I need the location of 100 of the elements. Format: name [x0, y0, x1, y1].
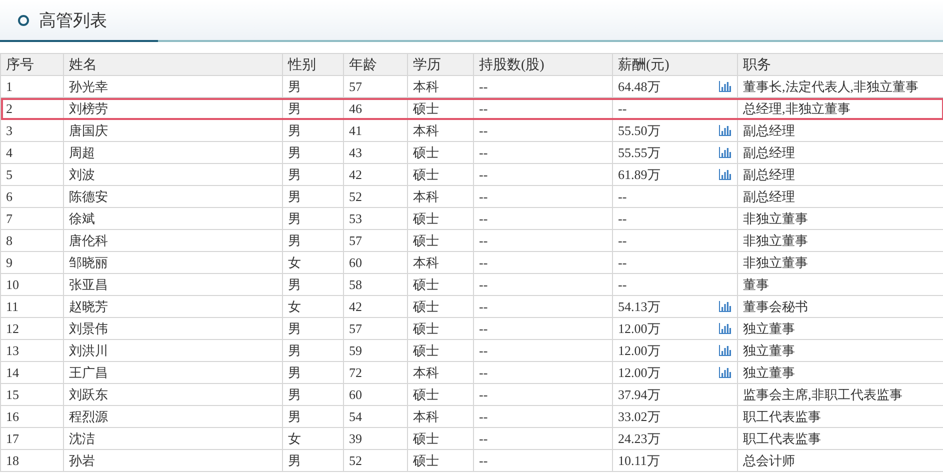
table-cell: 54.13万: [618, 298, 660, 316]
table-cell: 硕士: [413, 100, 439, 116]
bar-chart-icon[interactable]: [719, 345, 731, 356]
table-cell: 52: [349, 452, 362, 468]
table-row[interactable]: 7 徐斌 男 53 硕士 -- -- 非独立董事: [0, 208, 943, 230]
table-cell: --: [479, 298, 488, 314]
table-cell: --: [479, 430, 488, 446]
table-cell: 5: [6, 166, 12, 182]
table-cell: 女: [288, 430, 301, 446]
table-cell: 3: [6, 122, 12, 138]
table-cell: --: [479, 342, 488, 358]
table-cell: 33.02万: [618, 408, 660, 426]
table-row[interactable]: 10 张亚昌 男 58 硕士 -- -- 董事: [0, 274, 943, 296]
highlighted-row[interactable]: 2 刘榜劳 男 46 硕士 -- -- 总经理,非独立董事: [0, 98, 943, 120]
table-cell: --: [479, 166, 488, 182]
table-cell: 男: [288, 78, 301, 94]
table-cell: 副总经理: [743, 144, 795, 160]
bar-chart-icon[interactable]: [719, 169, 731, 180]
table-row[interactable]: 3 唐国庆 男 41 本科 -- 55.50万 副总经理: [0, 120, 943, 142]
table-cell: 男: [288, 320, 301, 336]
table-row[interactable]: 4 周超 男 43 硕士 -- 55.55万 副总经理: [0, 142, 943, 164]
table-cell: 本科: [413, 78, 439, 94]
table-cell: 1: [6, 78, 12, 94]
table-cell: 非独立董事: [743, 210, 808, 226]
table-cell: 12.00万: [618, 342, 660, 360]
table-cell: 本科: [413, 188, 439, 204]
table-row[interactable]: 16 程烈源 男 54 本科 -- 33.02万 职工代表监事: [0, 406, 943, 428]
table-cell: 硕士: [413, 276, 439, 292]
table-cell: 总经理,非独立董事: [743, 100, 850, 116]
table-row[interactable]: 14 王广昌 男 72 本科 -- 12.00万 独立董事: [0, 362, 943, 384]
table-cell: 刘榜劳: [69, 100, 108, 116]
table-cell: 女: [288, 298, 301, 314]
table-cell: 刘洪川: [69, 342, 108, 358]
table-cell: 独立董事: [743, 320, 795, 336]
table-cell: 本科: [413, 408, 439, 424]
table-row[interactable]: 17 沈洁 女 39 硕士 -- 24.23万 职工代表监事: [0, 428, 943, 450]
bar-chart-icon[interactable]: [719, 81, 731, 92]
table-cell: 10: [6, 276, 19, 292]
table-cell: 非独立董事: [743, 254, 808, 270]
table-cell: 男: [288, 166, 301, 182]
table-cell: 本科: [413, 364, 439, 380]
table-cell: 42: [349, 166, 362, 182]
table-cell: 24.23万: [618, 430, 660, 448]
table-cell: 孙光幸: [69, 78, 108, 94]
table-row[interactable]: 8 唐伦科 男 57 硕士 -- -- 非独立董事: [0, 230, 943, 252]
table-cell: 60: [349, 386, 362, 402]
table-cell: 12: [6, 320, 19, 336]
table-row[interactable]: 5 刘波 男 42 硕士 -- 61.89万 副总经理: [0, 164, 943, 186]
table-cell: 男: [288, 122, 301, 138]
table-cell: 男: [288, 232, 301, 248]
table-cell: --: [479, 364, 488, 380]
table-cell: 55.55万: [618, 144, 660, 162]
table-cell: 职工代表监事: [743, 408, 821, 424]
table-cell: 副总经理: [743, 122, 795, 138]
table-cell: --: [479, 232, 488, 248]
table-cell: 55.50万: [618, 122, 660, 140]
table-cell: 男: [288, 408, 301, 424]
table-cell: 54: [349, 408, 362, 424]
column-header: 学历: [408, 54, 474, 76]
table-cell: 11: [6, 298, 19, 314]
table-cell: 硕士: [413, 320, 439, 336]
bar-chart-icon[interactable]: [719, 301, 731, 312]
table-cell: 41: [349, 122, 362, 138]
table-row[interactable]: 9 邹晓丽 女 60 本科 -- -- 非独立董事: [0, 252, 943, 274]
bar-chart-icon[interactable]: [719, 125, 731, 136]
bar-chart-icon[interactable]: [719, 323, 731, 334]
table-cell: 张亚昌: [69, 276, 108, 292]
table-cell: 18: [6, 452, 19, 468]
table-row[interactable]: 13 刘洪川 男 59 硕士 -- 12.00万 独立董事: [0, 340, 943, 362]
table-row[interactable]: 11 赵晓芳 女 42 硕士 -- 54.13万 董事会秘书: [0, 296, 943, 318]
table-row[interactable]: 15 刘跃东 男 60 硕士 -- 37.94万 监事会主席,非职工代表监事: [0, 384, 943, 406]
table-row[interactable]: 1 孙光幸 男 57 本科 -- 64.48万 董事长,法定代表人,非独立董事: [0, 76, 943, 98]
table-cell: 12.00万: [618, 364, 660, 382]
table-cell: 硕士: [413, 342, 439, 358]
table-cell: 副总经理: [743, 188, 795, 204]
table-cell: 周超: [69, 144, 95, 160]
table-cell: 16: [6, 408, 19, 424]
table-cell: 本科: [413, 122, 439, 138]
table-cell: 60: [349, 254, 362, 270]
table-cell: 副总经理: [743, 166, 795, 182]
table-cell: --: [479, 386, 488, 402]
table-cell: 13: [6, 342, 19, 358]
bar-chart-icon[interactable]: [719, 367, 731, 378]
table-cell: 57: [349, 78, 362, 94]
table-cell: 刘波: [69, 166, 95, 182]
table-cell: 刘跃东: [69, 386, 108, 402]
table-cell: 52: [349, 188, 362, 204]
column-header: 持股数(股): [474, 54, 612, 76]
table-row[interactable]: 12 刘景伟 男 57 硕士 -- 12.00万 独立董事: [0, 318, 943, 340]
table-cell: 43: [349, 144, 362, 160]
table-cell: 57: [349, 320, 362, 336]
table-cell: 硕士: [413, 452, 439, 468]
table-row[interactable]: 18 孙岩 男 52 硕士 -- 10.11万 总会计师: [0, 450, 943, 472]
table-cell: 男: [288, 364, 301, 380]
bar-chart-icon[interactable]: [719, 147, 731, 158]
table-cell: 15: [6, 386, 19, 402]
table-row[interactable]: 6 陈德安 男 52 本科 -- -- 副总经理: [0, 186, 943, 208]
column-header: 年龄: [344, 54, 408, 76]
table-cell: 赵晓芳: [69, 298, 108, 314]
table-cell: --: [618, 210, 627, 226]
